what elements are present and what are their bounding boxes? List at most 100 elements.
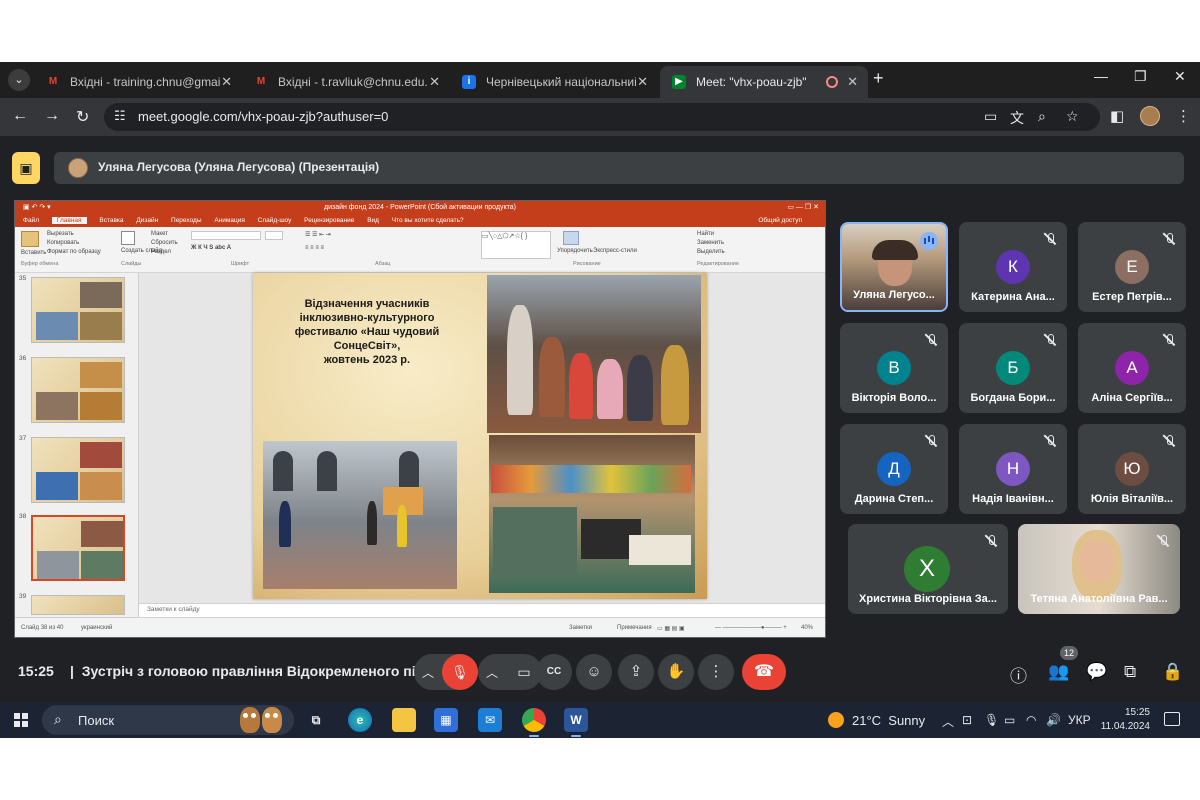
participant-tile[interactable]: Н Надія Іванівн... (959, 424, 1067, 514)
status-zoom: 40% (801, 625, 814, 631)
close-icon[interactable]: ✕ (429, 66, 440, 98)
participant-tile[interactable]: Х Христина Вікторівна За... (848, 524, 1008, 614)
bookmark-star-icon[interactable]: ☆ (1066, 108, 1079, 125)
search-icon: ⌕ (54, 711, 62, 727)
participant-tile[interactable]: К Катерина Ана... (959, 222, 1067, 312)
host-controls-icon[interactable]: 🔒 (1162, 662, 1183, 682)
task-view-icon[interactable]: ⧉ (304, 708, 328, 732)
activities-icon[interactable]: ⧉ (1124, 662, 1136, 682)
tab-meet[interactable]: ▶ Meet: "vhx-poau-zjb" ✕ (660, 66, 868, 98)
captions-button[interactable]: CC (536, 654, 572, 690)
clock-time: 15:25 (1124, 707, 1150, 718)
participant-name: Тетяна Анатоліївна Рав... (1030, 593, 1168, 605)
new-tab-icon[interactable]: + (873, 68, 884, 89)
raise-hand-button[interactable]: ✋ (658, 654, 694, 690)
ribbon-format-painter: Формат по образцу (47, 249, 101, 255)
word-icon[interactable]: W (564, 708, 588, 737)
close-icon[interactable]: ✕ (847, 66, 858, 98)
weather-widget[interactable]: 21°C Sunny (852, 713, 925, 728)
thumb-image (31, 515, 125, 581)
participant-tile[interactable]: Уляна Легусо... (840, 222, 948, 312)
window-close-icon[interactable]: ✕ (1174, 68, 1186, 85)
tab-title: Meet: "vhx-poau-zjb" (696, 75, 807, 89)
thumb-image (31, 595, 125, 615)
present-screen-icon[interactable]: ▣ (12, 152, 40, 184)
taskbar-search[interactable]: ⌕ Поиск (42, 705, 294, 735)
status-notes: Заметки (569, 625, 592, 631)
back-icon[interactable]: ← (12, 107, 28, 125)
ribbon-section: Раздел (151, 249, 171, 255)
taskbar-clock[interactable]: 15:25 11.04.2024 (1100, 706, 1150, 734)
mail-icon[interactable]: ✉ (478, 708, 502, 732)
zoom-icon[interactable]: ⌕ (1038, 108, 1046, 125)
info-icon[interactable]: ⓘ (1010, 662, 1027, 687)
tab-search-icon[interactable]: ⌄ (8, 69, 30, 91)
participant-tile[interactable]: Тетяна Анатоліївна Рав... (1018, 524, 1180, 614)
people-icon[interactable]: 👥 (1048, 662, 1069, 682)
forward-icon[interactable]: → (44, 107, 60, 125)
present-button[interactable]: ⇪ (618, 654, 654, 690)
participant-name: Христина Вікторівна За... (859, 593, 997, 605)
microphone-icon[interactable]: 🎙 (984, 713, 999, 727)
translate-icon[interactable]: 文 (1010, 108, 1024, 128)
tray-chevron-icon[interactable]: ︿ (942, 713, 954, 730)
tab-chnu[interactable]: i Чернівецький національний університет … (450, 66, 658, 98)
mic-off-icon (924, 434, 938, 448)
store-icon[interactable]: ▦ (434, 708, 458, 732)
mic-off-icon (1043, 434, 1057, 448)
participant-tile[interactable]: Ю Юлія Віталіїв... (1078, 424, 1186, 514)
menu-icon[interactable]: ⋮ (1176, 107, 1191, 125)
side-panel-icon[interactable]: ◧ (1110, 107, 1124, 125)
emoji-button[interactable]: ☺ (576, 654, 612, 690)
camera-control[interactable]: ︿ ▭ (478, 654, 542, 690)
minimize-icon[interactable]: — (1094, 68, 1108, 84)
participants-count: 12 (1060, 646, 1078, 660)
participant-tile[interactable]: Б Богдана Бори... (959, 323, 1067, 413)
mic-control[interactable]: ︿ 🎙 (414, 654, 478, 690)
tab-gmail-ravliuk[interactable]: M Вхідні - t.ravliuk@chnu.edu.ua ✕ (242, 66, 450, 98)
participant-name: Катерина Ана... (971, 291, 1055, 303)
participant-avatar: Б (996, 351, 1030, 385)
chevron-up-icon[interactable]: ︿ (486, 664, 498, 681)
tab-title: Чернівецький національний університет (486, 75, 636, 89)
tab-gmail-training[interactable]: M Вхідні - training.chnu@gmail.com ✕ (34, 66, 242, 98)
participant-name: Дарина Степ... (854, 493, 934, 505)
ribbon-arrange: Упорядочить (557, 248, 593, 254)
edge-icon[interactable]: e (348, 708, 372, 732)
address-bar[interactable]: ☷ meet.google.com/vhx-poau-zjb?authuser=… (104, 103, 1100, 131)
notifications-icon[interactable] (1164, 712, 1180, 726)
ribbon-reset: Сбросить (151, 240, 178, 246)
url-text[interactable]: meet.google.com/vhx-poau-zjb?authuser=0 (138, 109, 388, 124)
pp-menu-transitions: Переходы (171, 217, 202, 224)
close-icon[interactable]: ✕ (221, 66, 232, 98)
wifi-icon[interactable]: ◠ (1026, 713, 1036, 727)
participant-tile[interactable]: Д Дарина Степ... (840, 424, 948, 514)
participant-tile[interactable]: В Вікторія Воло... (840, 323, 948, 413)
volume-icon[interactable]: 🔊 (1046, 713, 1061, 727)
meet-tray-icon[interactable]: ⊡ (962, 713, 972, 727)
windows-start-icon[interactable] (14, 713, 28, 727)
presenter-label: Уляна Легусова (Уляна Легусова) (Презент… (98, 160, 380, 174)
pp-title-bar: дизайн фонд 2024 - PowerPoint (Сбой акти… (15, 201, 825, 215)
restore-icon[interactable]: ❐ (1134, 68, 1147, 85)
close-icon[interactable]: ✕ (637, 66, 648, 98)
chevron-up-icon[interactable]: ︿ (422, 664, 434, 681)
zoom-slider: — ─────────●──── + (715, 625, 787, 631)
camera-icon[interactable]: ▭ (984, 108, 997, 125)
reload-icon[interactable]: ↻ (76, 107, 89, 127)
chrome-icon[interactable] (522, 708, 546, 737)
battery-icon[interactable]: ▭ (1004, 713, 1015, 727)
participant-tile[interactable]: А Аліна Сергіїв... (1078, 323, 1186, 413)
language-indicator[interactable]: УКР (1068, 713, 1091, 727)
mic-off-icon (1162, 434, 1176, 448)
mic-off-button[interactable]: 🎙 (442, 654, 478, 690)
end-call-button[interactable]: ☎ (742, 654, 786, 690)
file-explorer-icon[interactable] (392, 708, 416, 732)
mic-off-icon (1043, 333, 1057, 347)
more-options-button[interactable]: ⋮ (698, 654, 734, 690)
profile-avatar[interactable] (1140, 106, 1160, 126)
participant-tile[interactable]: Е Естер Петрів... (1078, 222, 1186, 312)
chat-icon[interactable]: 💬 (1086, 662, 1107, 682)
group-label: Буфер обмена (21, 261, 59, 267)
site-info-icon[interactable]: ☷ (114, 108, 126, 124)
